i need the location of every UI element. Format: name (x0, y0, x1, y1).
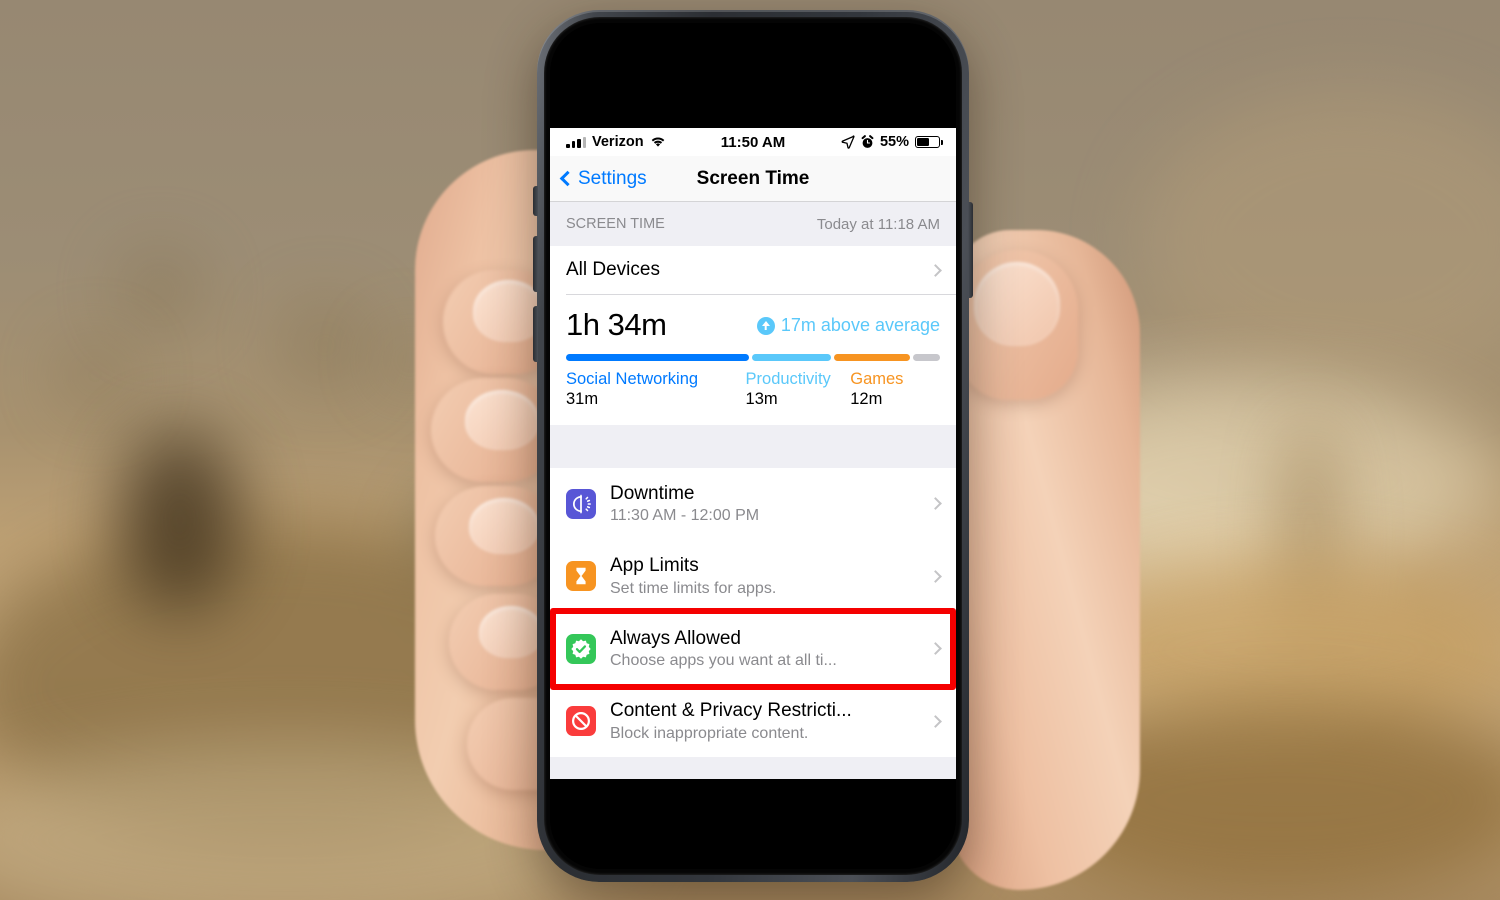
navigation-bar: Settings Screen Time (550, 156, 956, 202)
usage-legend-item: Productivity 13m (746, 370, 851, 409)
right-thumb (950, 230, 1140, 890)
settings-row-title: Content & Privacy Restricti... (610, 700, 852, 722)
usage-legend-item: Social Networking 31m (566, 370, 746, 409)
settings-row-subtitle: 11:30 AM - 12:00 PM (610, 507, 760, 525)
usage-legend-category: Social Networking (566, 369, 699, 388)
status-bar: Verizon 11:50 AM 55% (550, 128, 956, 156)
average-comparison-label: 17m above average (780, 315, 940, 335)
settings-row-text: Downtime 11:30 AM - 12:00 PM (610, 482, 931, 526)
chevron-right-icon (929, 642, 942, 655)
check-badge-icon-tile (566, 633, 596, 664)
settings-row-text: Content & Privacy Restricti... Block inap… (610, 699, 931, 743)
downtime-moon-icon-tile (566, 488, 596, 519)
settings-row-title: Always Allowed (610, 627, 741, 649)
downtime-moon-icon (573, 494, 591, 513)
chevron-right-icon (929, 263, 942, 277)
usage-summary-top: 1h 34m 17m above average (566, 307, 940, 343)
section-gap (550, 424, 956, 468)
usage-legend-category: Games (850, 369, 904, 388)
average-comparison: 17m above average (756, 315, 940, 336)
screen-time-section-header: SCREEN TIME Today at 11:18 AM (550, 202, 956, 246)
settings-row-always-allowed[interactable]: Always Allowed Choose apps you want at al… (550, 612, 956, 685)
phone-bezel: Verizon 11:50 AM 55% Settings Screen Tim… (544, 17, 962, 875)
settings-row-app-limits[interactable]: App Limits Set time limits for apps. (550, 540, 956, 612)
location-arrow-icon (841, 135, 855, 149)
back-to-settings-button[interactable]: Settings (559, 167, 647, 190)
all-devices-label: All Devices (566, 259, 660, 280)
settings-row-content-privacy-restricti[interactable]: Content & Privacy Restricti... Block inap… (550, 685, 956, 757)
power-button[interactable] (968, 202, 973, 298)
usage-bar-segment (834, 353, 911, 361)
section-header-label: SCREEN TIME (566, 216, 665, 232)
carrier-label: Verizon (592, 134, 644, 150)
total-screen-time: 1h 34m (566, 306, 667, 342)
back-button-label: Settings (578, 167, 647, 189)
usage-legend-value: 31m (566, 389, 599, 408)
settings-row-text: Always Allowed Choose apps you want at al… (610, 627, 931, 671)
settings-row-subtitle: Set time limits for apps. (610, 579, 777, 597)
wifi-icon (651, 137, 664, 147)
usage-legend: Social Networking 31m Productivity 13m Games… (566, 370, 940, 409)
iphone-device: Verizon 11:50 AM 55% Settings Screen Tim… (533, 10, 973, 882)
chevron-right-icon (929, 569, 942, 583)
status-bar-right: 55% (841, 134, 943, 150)
volume-down-button[interactable] (533, 306, 538, 362)
settings-row-subtitle: Choose apps you want at all ti... (610, 652, 837, 670)
usage-bar-segment (913, 353, 940, 361)
usage-summary: 1h 34m 17m above average Social Networki… (550, 294, 956, 425)
all-devices-row[interactable]: All Devices (550, 246, 956, 294)
usage-bar-chart (566, 353, 940, 361)
usage-bar-segment (566, 353, 749, 361)
battery-icon (915, 136, 943, 148)
usage-legend-category: Productivity (745, 369, 831, 388)
screen-time-options-list: Downtime 11:30 AM - 12:00 PM App Limits Set… (550, 467, 956, 757)
settings-row-title: Downtime (610, 482, 695, 504)
settings-row-title: App Limits (610, 555, 699, 577)
section-header-updated: Today at 11:18 AM (816, 215, 940, 233)
hourglass-icon-tile (566, 561, 596, 591)
chevron-right-icon (929, 714, 942, 728)
signal-bars-icon (566, 136, 586, 148)
phone-screen: Verizon 11:50 AM 55% Settings Screen Tim… (550, 23, 956, 869)
usage-legend-value: 13m (745, 389, 778, 408)
settings-row-subtitle: Block inappropriate content. (610, 724, 809, 742)
no-entry-icon (572, 712, 590, 730)
usage-bar-segment (751, 353, 832, 361)
ios-settings-screen: Verizon 11:50 AM 55% Settings Screen Tim… (550, 128, 956, 779)
hourglass-icon (576, 567, 586, 585)
screen-time-card: All Devices 1h 34m 17m above average Soc… (550, 246, 956, 425)
volume-up-button[interactable] (533, 236, 538, 292)
settings-row-text: App Limits Set time limits for apps. (610, 554, 931, 598)
battery-percent-label: 55% (879, 134, 909, 150)
chevron-left-icon (559, 170, 576, 187)
ringer-switch[interactable] (533, 186, 538, 216)
status-bar-left: Verizon (566, 134, 666, 150)
usage-legend-value: 12m (850, 389, 883, 408)
list-bottom-gap (550, 757, 956, 779)
settings-row-downtime[interactable]: Downtime 11:30 AM - 12:00 PM (550, 467, 956, 540)
chevron-right-icon (929, 497, 942, 510)
alarm-clock-icon (861, 135, 874, 148)
check-badge-icon (571, 638, 591, 659)
arrow-up-circle-icon (756, 316, 775, 335)
usage-legend-item: Games 12m (850, 370, 940, 409)
no-entry-icon-tile (566, 706, 596, 736)
